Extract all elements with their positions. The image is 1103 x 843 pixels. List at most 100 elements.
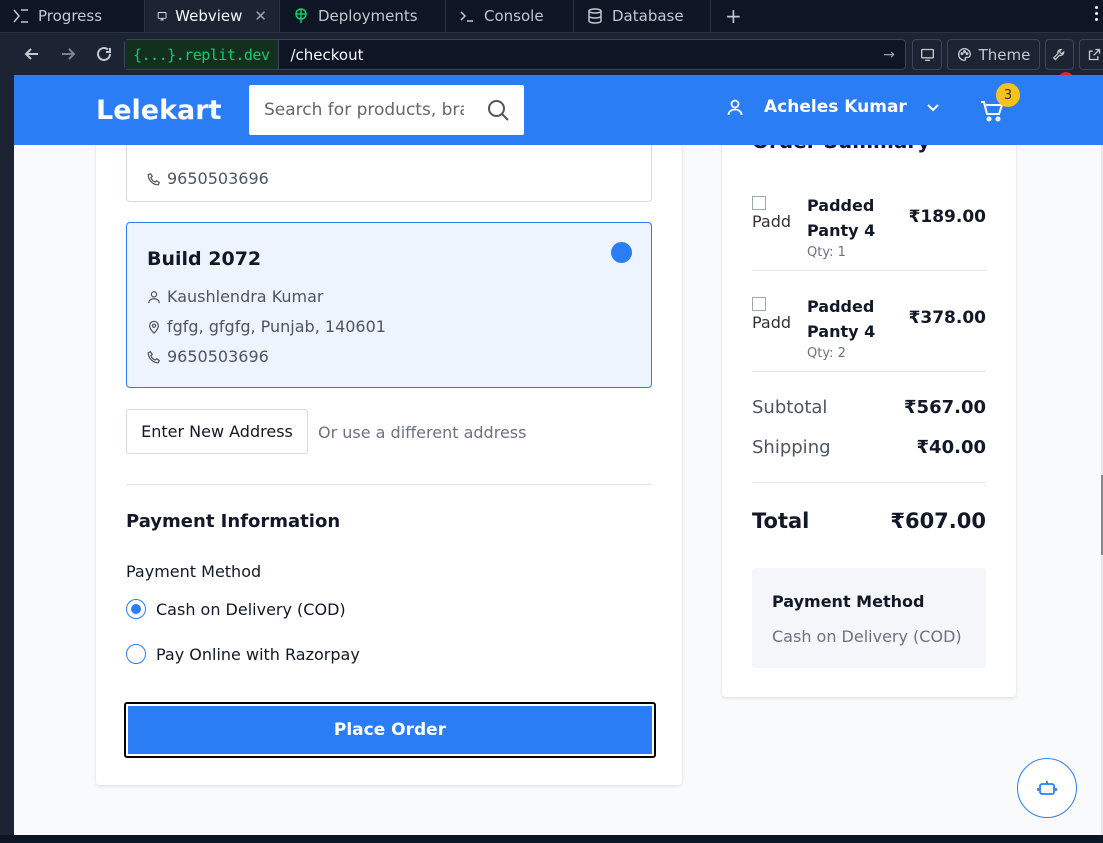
address-phone: 9650503696 [147,169,269,188]
item-qty: Qty: 1 [807,245,846,260]
user-icon [727,99,743,116]
deploy-icon [295,8,307,23]
tab-label: Progress [38,7,103,25]
terminal-icon [460,11,473,22]
item-name: Padded Panty 4 [807,297,876,341]
payment-method-value: Cash on Delivery (COD) [772,627,962,646]
broken-image-icon [752,297,766,311]
subtotal-label: Subtotal [752,397,828,418]
address-domain[interactable]: {...}.replit.dev [125,40,279,69]
address-card-selected[interactable]: Build 2072 Kaushlendra Kumar fgfg, gfgfg… [126,222,652,388]
divider [752,371,986,372]
open-new-window-button[interactable] [1079,39,1103,70]
chevron-down-icon[interactable] [925,99,941,115]
palette-icon [957,47,971,62]
image-alt-text: Padd [752,212,792,231]
address-path[interactable]: /checkout [279,46,884,64]
external-link-icon [1088,48,1100,61]
go-arrow-icon[interactable]: → [883,47,905,63]
cart-count-badge: 3 [996,83,1020,107]
payment-option-label[interactable]: Cash on Delivery (COD) [156,600,346,619]
payment-option-label[interactable]: Pay Online with Razorpay [156,645,360,664]
site-header: Lelekart Acheles Kumar 3 [14,75,1103,145]
back-button[interactable] [14,36,50,72]
image-alt-text: Padd [752,313,792,332]
summary-item: Padd Padded Panty 4 Qty: 2 ₹378.00 [752,294,986,364]
tab-console[interactable]: Console [446,0,574,32]
user-name[interactable]: Acheles Kumar [764,97,907,117]
map-pin-icon [149,320,159,334]
webview: 9650503696 Build 2072 Kaushlendra Kumar … [14,75,1103,835]
new-tab-button[interactable]: + [711,0,756,32]
phone-text: 9650503696 [167,169,269,188]
total-row: Total ₹607.00 [752,509,986,533]
search-box[interactable] [249,85,524,135]
razorpay-radio[interactable] [126,644,146,664]
checkout-panel: 9650503696 Build 2072 Kaushlendra Kumar … [96,115,682,785]
chatbot-button[interactable] [1017,758,1077,818]
progress-icon [13,9,28,23]
search-input[interactable] [264,100,464,120]
tab-deployments[interactable]: Deployments [280,0,446,32]
payment-option-razorpay[interactable]: Pay Online with Razorpay [126,644,360,664]
location-text: fgfg, gfgfg, Punjab, 140601 [167,317,386,336]
tab-label: Webview [175,7,243,25]
forward-button[interactable] [50,36,86,72]
address-person: Kaushlendra Kumar [147,287,324,306]
tab-label: Database [612,7,684,25]
divider [752,270,986,271]
close-tab-icon[interactable]: ✕ [254,7,267,25]
cod-radio[interactable] [126,599,146,619]
devtools-button[interactable] [1045,39,1074,70]
item-price: ₹189.00 [908,207,986,227]
payment-option-cod[interactable]: Cash on Delivery (COD) [126,599,346,619]
tab-webview[interactable]: Webview ✕ [145,0,280,32]
address-field[interactable]: {...}.replit.dev /checkout → [124,39,906,70]
item-price: ₹378.00 [908,308,986,328]
enter-new-address-button[interactable]: Enter New Address [126,409,308,454]
selected-indicator[interactable] [611,242,632,263]
payment-method-label: Payment Method [126,562,262,581]
payment-method-summary: Payment Method Cash on Delivery (COD) [752,568,986,668]
site-logo[interactable]: Lelekart [96,95,221,126]
arrow-left-icon [24,48,38,60]
database-icon [588,8,602,24]
tab-label: Console [484,7,544,25]
user-menu[interactable]: Acheles Kumar [726,97,941,117]
alternate-address-hint: Or use a different address [318,423,527,442]
product-image: Padd [752,196,792,256]
url-bar: {...}.replit.dev /checkout → Theme 2 [0,34,1103,88]
theme-button[interactable]: Theme [947,39,1040,70]
total-label: Total [752,509,810,533]
tab-database[interactable]: Database [574,0,711,32]
tab-strip: Progress Webview ✕ Deployments Console D… [0,0,1103,33]
subtotal-row: Subtotal ₹567.00 [752,397,986,418]
monitor-icon [157,12,167,21]
divider [126,484,652,485]
more-options-icon[interactable] [1093,6,1099,21]
user-icon [148,290,160,303]
item-name: Padded Panty 4 [807,196,876,240]
summary-item: Padd Padded Panty 4 Qty: 1 ₹189.00 [752,193,986,263]
tab-progress[interactable]: Progress [0,0,145,32]
tab-label: Deployments [318,7,418,25]
divider [752,482,986,483]
shipping-label: Shipping [752,437,831,458]
payment-method-title: Payment Method [772,592,925,611]
broken-image-icon [752,196,766,210]
reload-button[interactable] [86,36,122,72]
address-name: Build 2072 [147,248,262,270]
search-icon[interactable] [486,98,510,122]
shipping-value: ₹40.00 [916,437,986,458]
place-order-button[interactable]: Place Order [124,702,656,758]
person-text: Kaushlendra Kumar [167,287,324,306]
product-image: Padd [752,297,792,357]
phone-text: 9650503696 [167,347,269,366]
device-preview-button[interactable] [912,39,942,70]
reload-icon [97,46,111,61]
address-location: fgfg, gfgfg, Punjab, 140601 [147,317,386,336]
payment-section-title: Payment Information [126,511,341,532]
bottom-bar [0,835,1103,843]
phone-icon [147,172,161,185]
phone-icon [147,350,161,363]
